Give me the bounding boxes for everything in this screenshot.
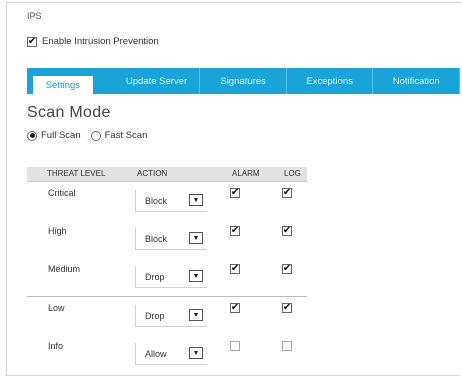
table-row: Medium Drop ▼ ✔ ✔ xyxy=(27,258,307,296)
chevron-down-icon[interactable]: ▼ xyxy=(189,194,203,206)
log-checkbox[interactable]: ✔ xyxy=(282,303,292,313)
action-select[interactable]: Drop ▼ xyxy=(135,305,207,327)
table-row: Low Drop ▼ ✔ ✔ xyxy=(27,296,307,335)
chevron-down-icon[interactable]: ▼ xyxy=(189,309,203,321)
enable-ips-row[interactable]: ✔ Enable Intrusion Prevention xyxy=(27,36,159,47)
action-select[interactable]: Allow ▼ xyxy=(135,343,207,365)
header-log: LOG xyxy=(284,169,301,178)
alarm-checkbox[interactable]: ✔ xyxy=(230,188,240,198)
table-header: THREAT LEVEL ACTION ALARM LOG xyxy=(27,167,307,182)
action-select[interactable]: Block ▼ xyxy=(135,228,207,250)
header-alarm: ALARM xyxy=(232,169,260,178)
chevron-down-icon[interactable]: ▼ xyxy=(189,232,203,244)
chevron-down-icon[interactable]: ▼ xyxy=(189,347,203,359)
action-select[interactable]: Drop ▼ xyxy=(135,266,207,288)
alarm-checkbox[interactable] xyxy=(230,341,240,351)
action-value: Drop xyxy=(145,311,165,321)
enable-ips-label: Enable Intrusion Prevention xyxy=(42,36,159,47)
section-title: IPS xyxy=(27,11,42,21)
alarm-checkbox[interactable]: ✔ xyxy=(230,226,240,236)
fast-scan-label[interactable]: Fast Scan xyxy=(105,130,148,141)
chevron-down-icon[interactable]: ▼ xyxy=(189,270,203,282)
tab-signatures[interactable]: Signatures xyxy=(200,68,287,94)
fast-scan-radio[interactable] xyxy=(90,130,101,141)
table-row: Info Allow ▼ xyxy=(27,335,307,373)
enable-ips-checkbox[interactable]: ✔ xyxy=(27,36,37,47)
header-action: ACTION xyxy=(137,169,168,178)
tab-notification[interactable]: Notification xyxy=(373,68,461,94)
log-checkbox[interactable]: ✔ xyxy=(282,188,292,198)
threat-level-label: Low xyxy=(48,303,65,313)
tab-bar: Settings Update Server Signatures Except… xyxy=(27,68,461,94)
table-row: High Block ▼ ✔ ✔ xyxy=(27,220,307,258)
table-row: Critical Block ▼ ✔ ✔ xyxy=(27,182,307,220)
tab-update-server[interactable]: Update Server xyxy=(114,68,201,94)
scan-mode-title: Scan Mode xyxy=(27,104,111,121)
action-value: Drop xyxy=(145,272,165,282)
alarm-checkbox[interactable]: ✔ xyxy=(230,303,240,313)
threat-level-label: Medium xyxy=(48,264,81,274)
header-threat-level: THREAT LEVEL xyxy=(47,169,106,178)
log-checkbox[interactable] xyxy=(282,341,292,351)
threat-level-label: Critical xyxy=(48,188,76,198)
full-scan-radio[interactable] xyxy=(27,130,37,141)
tab-exceptions[interactable]: Exceptions xyxy=(287,68,374,94)
threat-level-label: High xyxy=(48,226,67,236)
threat-level-label: Info xyxy=(48,341,64,351)
log-checkbox[interactable]: ✔ xyxy=(282,226,292,236)
alarm-checkbox[interactable]: ✔ xyxy=(230,264,240,274)
full-scan-label[interactable]: Full Scan xyxy=(41,130,81,141)
tab-settings[interactable]: Settings xyxy=(32,73,94,94)
log-checkbox[interactable]: ✔ xyxy=(282,264,292,274)
action-value: Block xyxy=(145,234,168,244)
scan-mode-options: Full Scan Fast Scan xyxy=(27,130,157,141)
action-value: Allow xyxy=(145,349,167,359)
action-select[interactable]: Block ▼ xyxy=(135,190,207,212)
action-value: Block xyxy=(145,196,168,206)
threat-table: THREAT LEVEL ACTION ALARM LOG Critical B… xyxy=(27,167,307,373)
